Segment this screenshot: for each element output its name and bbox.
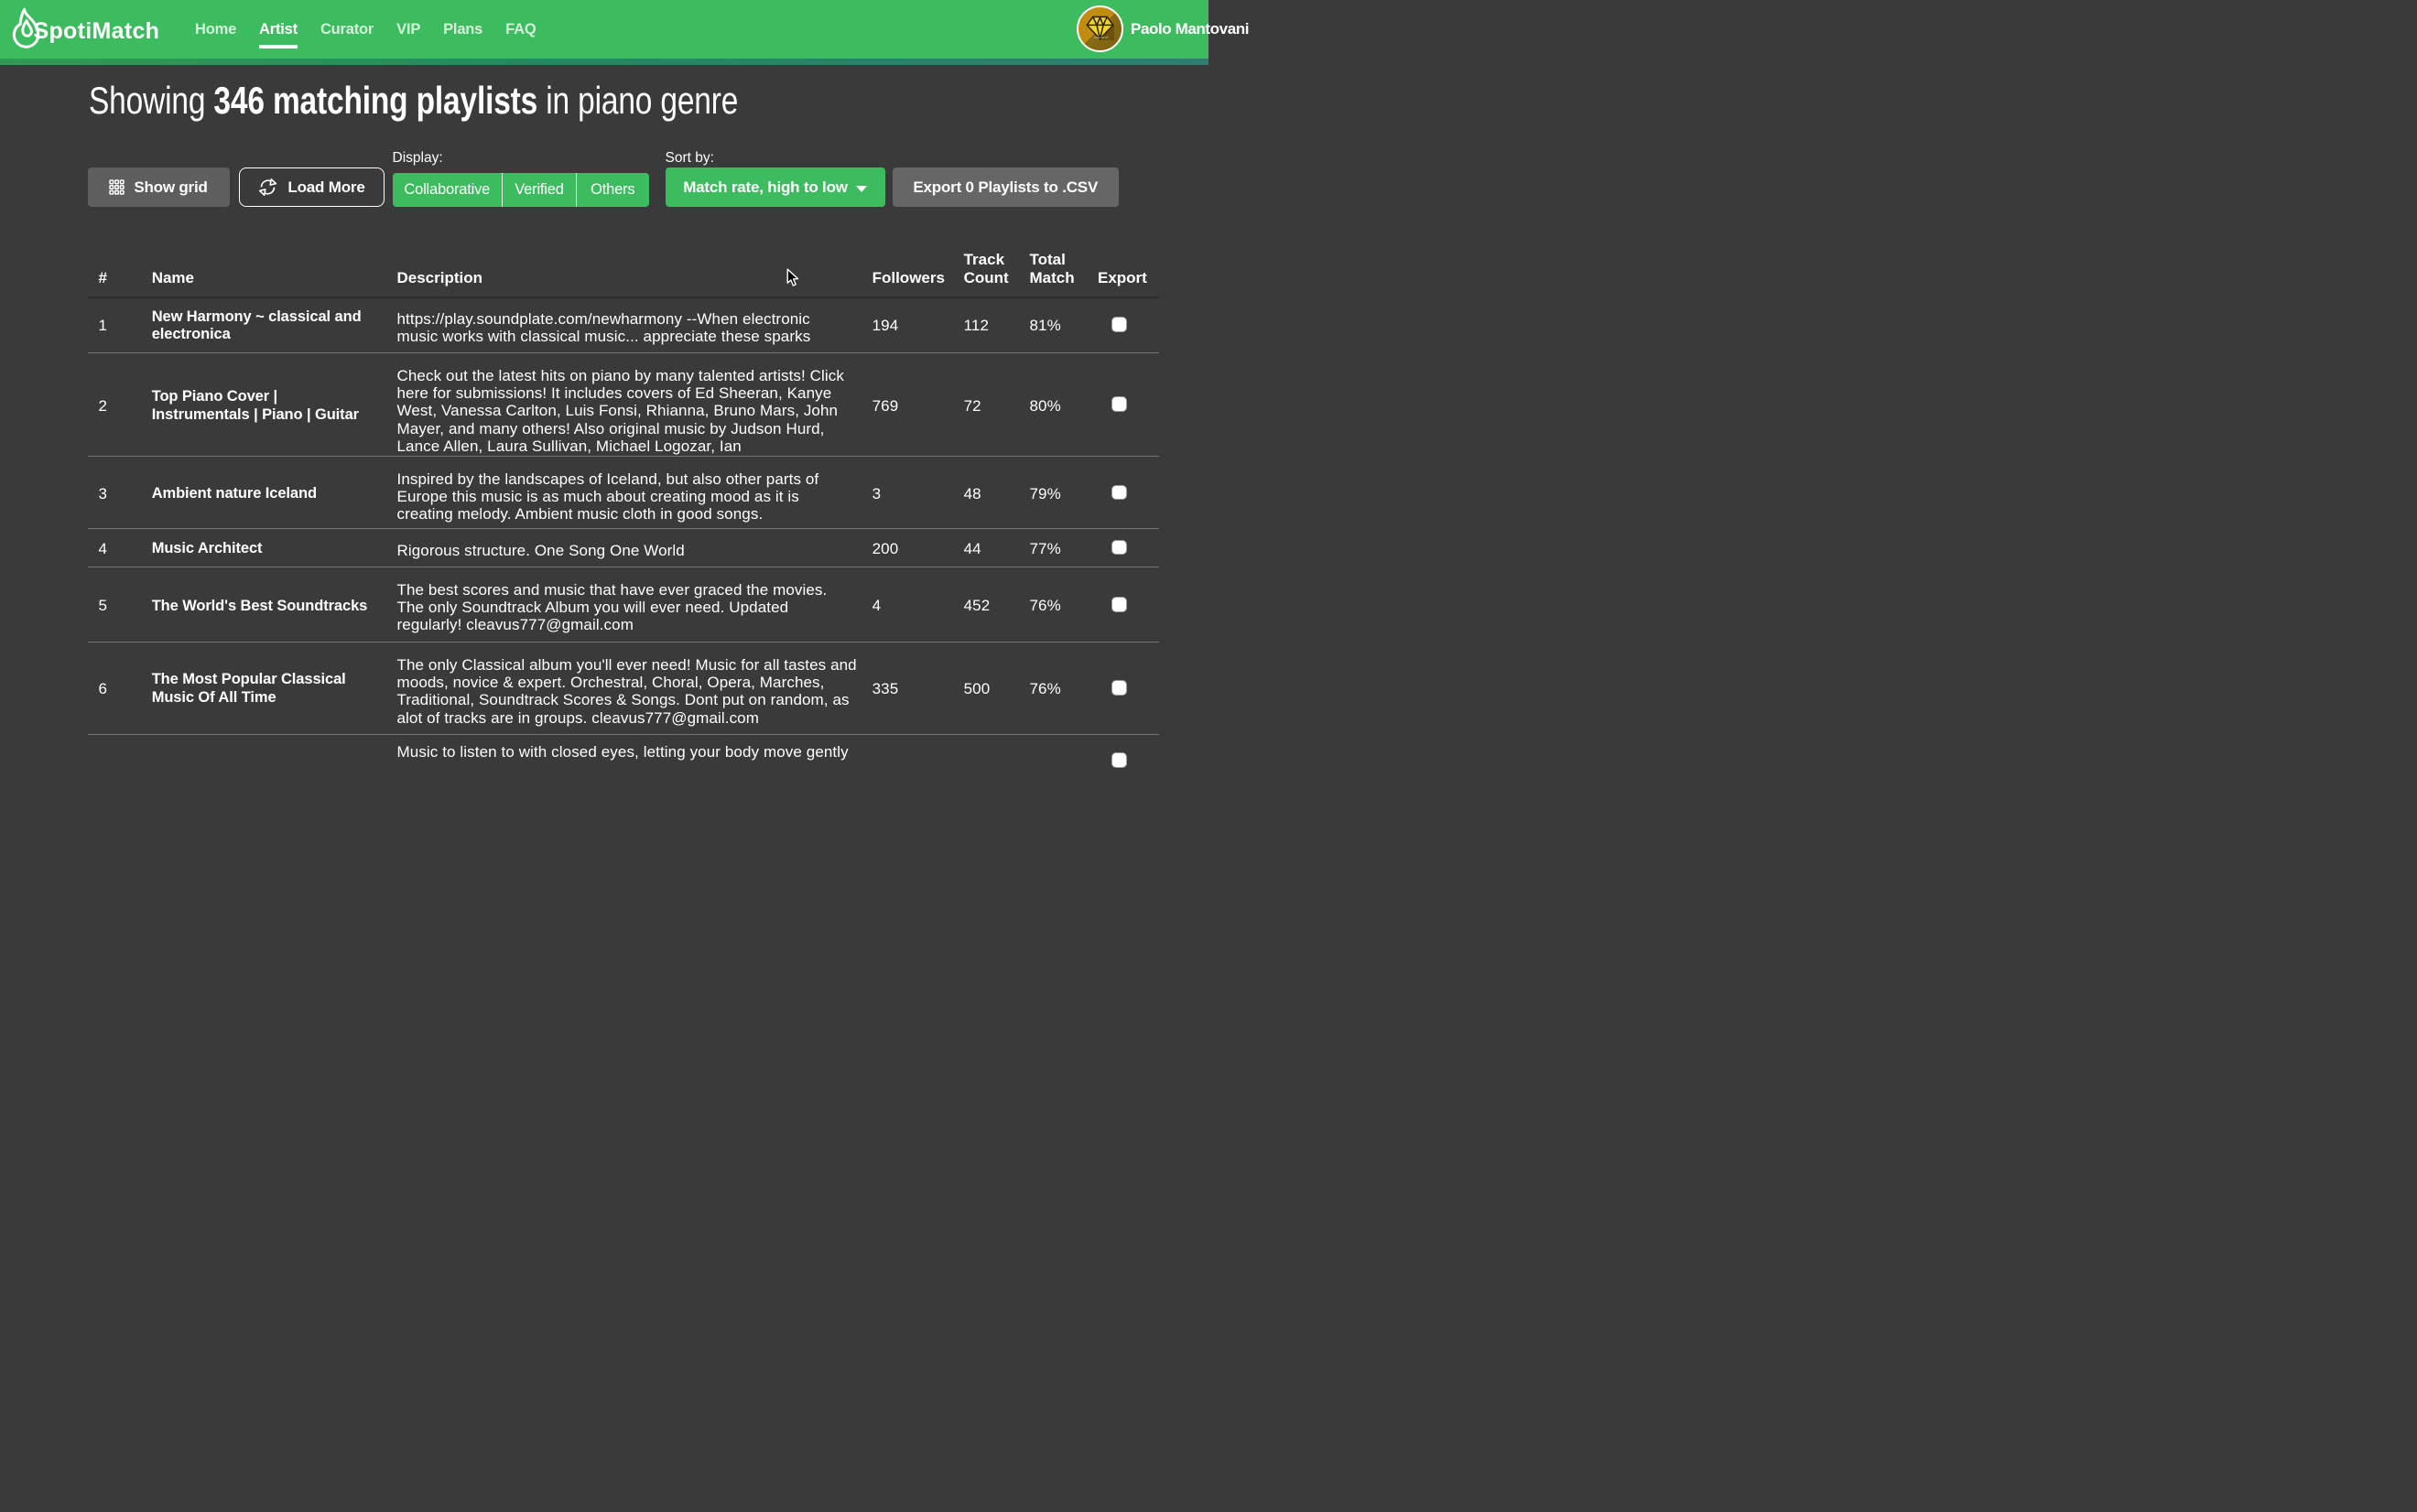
svg-text:DIAMOND VIP: DIAMOND VIP <box>1094 37 1109 39</box>
